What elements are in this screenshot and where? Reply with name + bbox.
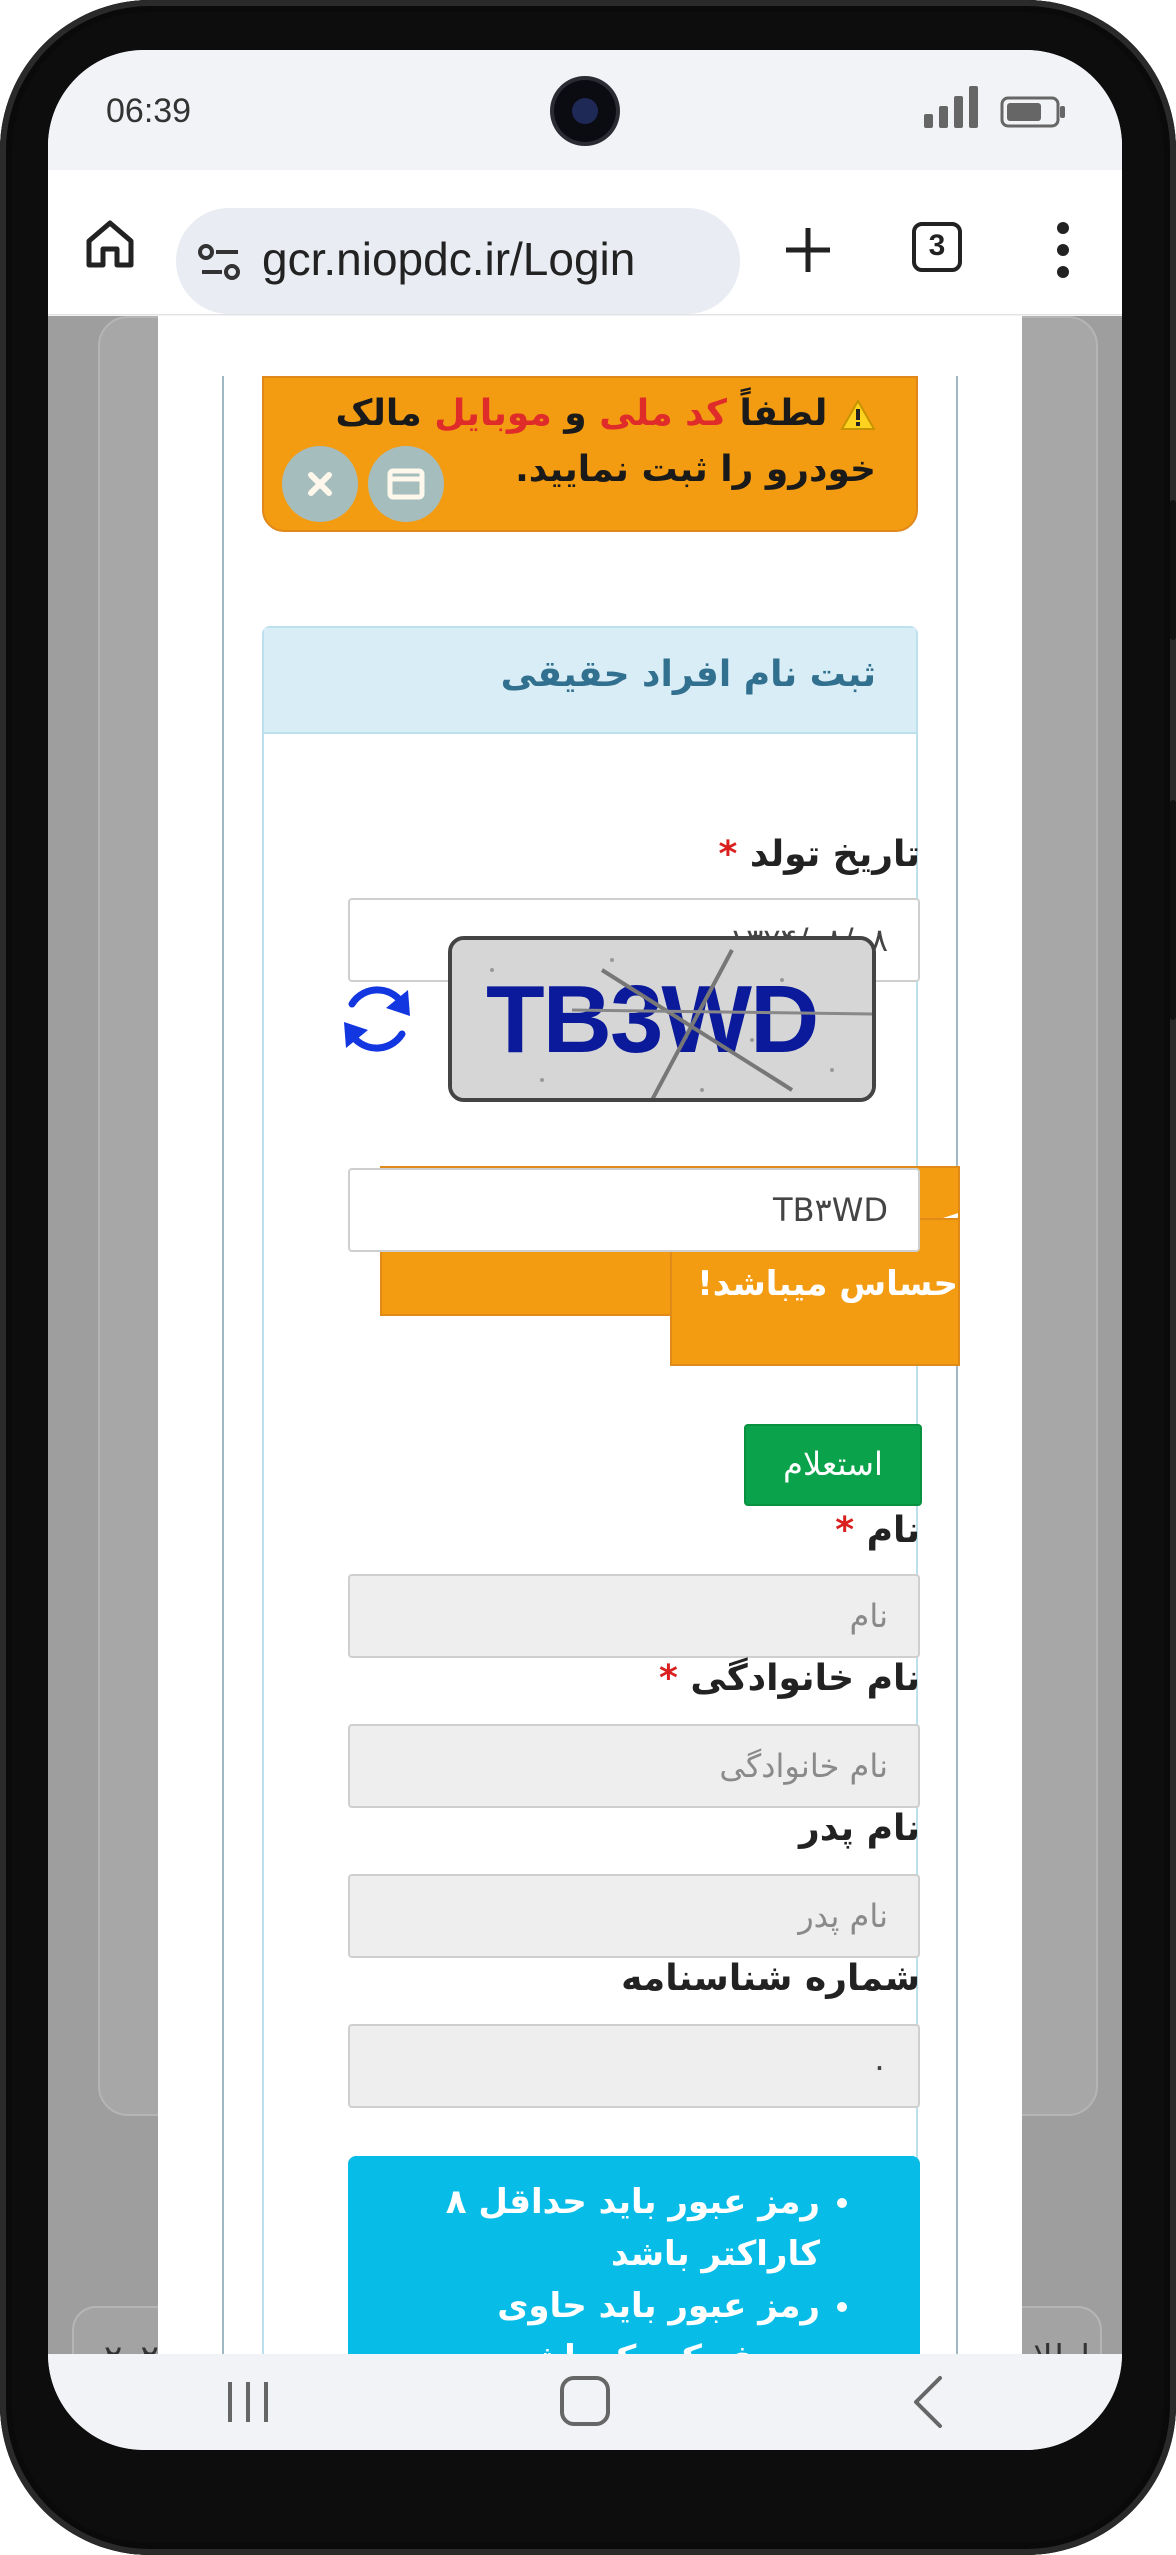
captcha-text: TB3WD xyxy=(486,966,817,1073)
system-navigation-bar xyxy=(48,2354,1122,2450)
captcha-image: TB3WD xyxy=(448,936,876,1102)
status-bar: 06:39 xyxy=(48,50,1122,170)
tab-count-button[interactable]: 3 xyxy=(912,222,962,272)
captcha-input[interactable]: TB۳WD xyxy=(348,1168,920,1252)
required-mark: * xyxy=(658,1658,678,1699)
warning-text-and: و xyxy=(564,393,587,434)
warning-text-national-code: کد ملی xyxy=(599,393,727,434)
refresh-captcha-icon[interactable] xyxy=(334,976,420,1062)
password-rule-item: رمز عبور باید حداقل ۸ کاراکتر باشد xyxy=(388,2176,820,2280)
warning-text-owner: مالک xyxy=(335,393,422,434)
last-name-label: نام خانوادگی * xyxy=(558,1658,920,1699)
warning-text-please: لطفاً xyxy=(739,393,828,434)
home-nav-icon[interactable] xyxy=(556,2372,614,2430)
first-name-label: نام * xyxy=(638,1510,920,1551)
battery-icon xyxy=(1000,96,1065,128)
password-rules-alert: رمز عبور باید حداقل ۸ کاراکتر باشد رمز ع… xyxy=(348,2156,920,2356)
recent-apps-icon[interactable] xyxy=(218,2374,278,2430)
warning-triangle-icon xyxy=(840,399,876,430)
birthdate-label: تاریخ تولد * xyxy=(538,834,920,875)
birthdate-label-text: تاریخ تولد xyxy=(749,834,920,875)
registration-modal: لطفاً کد ملی و موبایل مالک خودرو را ثبت … xyxy=(158,316,1022,2356)
father-name-input[interactable]: نام پدر xyxy=(348,1874,920,1958)
power-button xyxy=(1170,800,1176,1020)
last-name-input[interactable]: نام خانوادگی xyxy=(348,1724,920,1808)
overlay-close-button[interactable] xyxy=(282,446,358,522)
required-mark: * xyxy=(835,1510,855,1551)
window-icon xyxy=(387,468,425,500)
warning-text-line2: خودرو را ثبت نمایید. xyxy=(515,449,876,490)
new-tab-button[interactable] xyxy=(778,220,838,280)
warning-alert: لطفاً کد ملی و موبایل مالک خودرو را ثبت … xyxy=(262,376,918,532)
id-number-input[interactable]: ۰ xyxy=(348,2024,920,2108)
home-icon xyxy=(86,220,134,268)
back-icon[interactable] xyxy=(904,2372,954,2432)
url-text[interactable]: gcr.niopdc.ir/Login xyxy=(262,232,635,286)
close-icon xyxy=(308,472,332,496)
home-button[interactable] xyxy=(78,212,142,276)
front-camera xyxy=(554,80,616,142)
more-vert-icon[interactable] xyxy=(1048,218,1078,282)
id-number-label: شماره شناسنامه xyxy=(621,1958,920,1999)
browser-toolbar: gcr.niopdc.ir/Login 3 xyxy=(48,170,1122,315)
first-name-label-text: نام xyxy=(866,1510,920,1551)
phone-screen: 06:39 gcr.niopdc.ir/Login 3 لطفاً کد ملی… xyxy=(48,50,1122,2450)
warning-text-mobile: موبایل xyxy=(434,393,552,434)
first-name-input[interactable]: نام xyxy=(348,1574,920,1658)
password-rule-item: رمز عبور باید حاوی حروف کوچک باشد xyxy=(388,2280,820,2356)
inquiry-button[interactable]: استعلام xyxy=(744,1424,922,1506)
status-time: 06:39 xyxy=(106,92,192,130)
web-page: ۲۰۲ اطلا لطفاً کد ملی و موبایل مالک xyxy=(48,316,1122,2356)
site-settings-icon[interactable] xyxy=(198,242,242,282)
overlay-window-button[interactable] xyxy=(368,446,444,522)
signal-icon xyxy=(924,86,978,128)
volume-button xyxy=(1170,500,1176,640)
address-bar[interactable]: gcr.niopdc.ir/Login xyxy=(176,208,740,314)
father-name-label: نام پدر xyxy=(799,1808,920,1849)
last-name-label-text: نام خانوادگی xyxy=(690,1658,920,1699)
panel-title: ثبت نام افراد حقیقی xyxy=(264,628,916,734)
phone-frame: 06:39 gcr.niopdc.ir/Login 3 لطفاً کد ملی… xyxy=(0,0,1176,2555)
required-mark: * xyxy=(718,834,738,875)
captcha-graphic: TB3WD xyxy=(452,940,872,1098)
